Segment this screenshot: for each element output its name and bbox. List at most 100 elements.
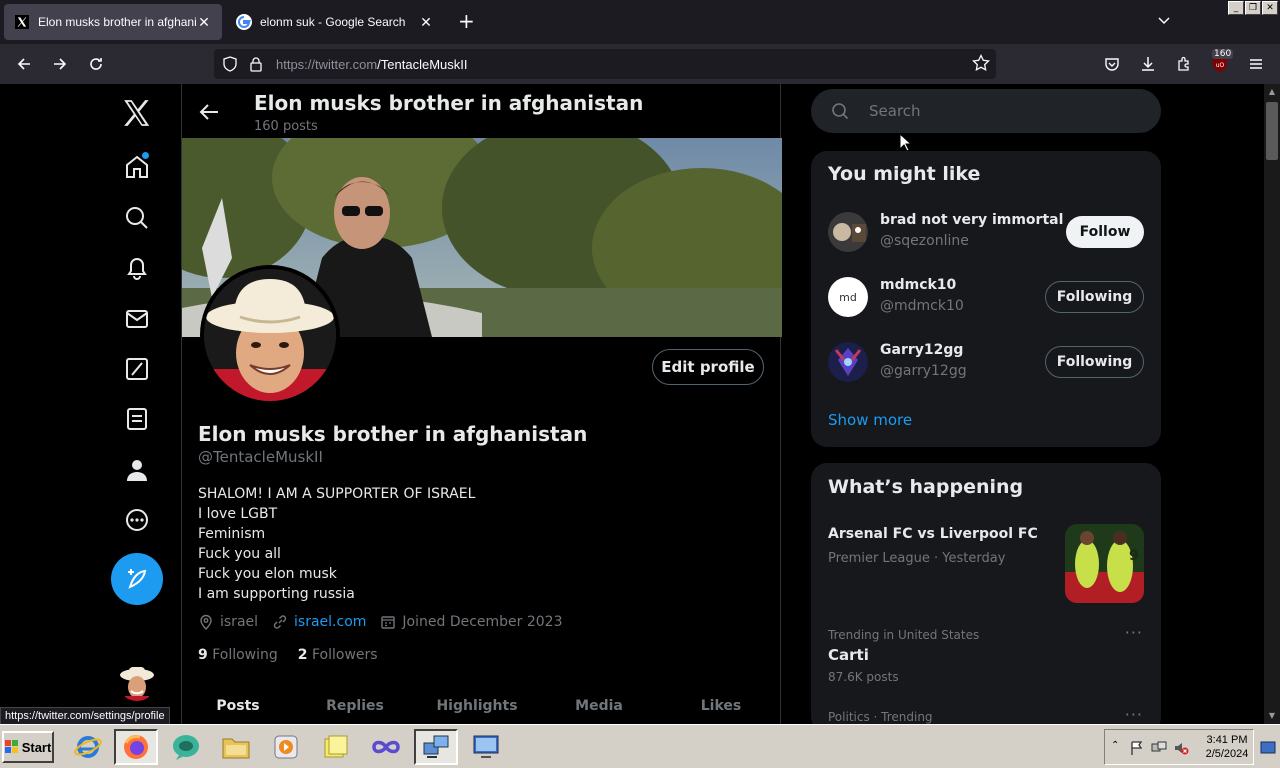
back-arrow-icon[interactable] <box>14 54 34 74</box>
system-clock[interactable]: 3:41 PM 2/5/2024 <box>1200 733 1254 761</box>
show-hidden-icons-icon[interactable]: ⌃ <box>1111 740 1119 751</box>
profile-location: israel <box>220 614 259 630</box>
lists-icon[interactable] <box>112 394 162 444</box>
scroll-down-icon[interactable]: ▼ <box>1264 708 1280 724</box>
internet-explorer-icon[interactable] <box>66 729 110 765</box>
avatar[interactable]: md <box>828 277 868 317</box>
reload-icon[interactable] <box>86 54 106 74</box>
forward-arrow-icon[interactable] <box>50 54 70 74</box>
svg-text:uO: uO <box>1216 62 1225 69</box>
explore-search-icon[interactable] <box>112 193 162 243</box>
network-computers-icon[interactable] <box>414 729 458 765</box>
profile-avatar[interactable] <box>200 265 340 405</box>
firefox-icon[interactable] <box>114 729 158 765</box>
scroll-up-icon[interactable]: ▲ <box>1264 84 1280 100</box>
followers-link[interactable]: 2 Followers <box>298 647 378 663</box>
user-name[interactable]: brad not very immortal <box>880 212 1063 228</box>
address-bar[interactable]: https://twitter.com/TentacleMuskII <box>214 49 996 79</box>
following-link[interactable]: 9 Following <box>198 647 278 663</box>
user-handle: @mdmck10 <box>880 298 964 314</box>
browser-tab-bar: Elon musks brother in afghanistan ✕ elon… <box>0 0 1280 44</box>
shield-icon[interactable] <box>220 54 240 74</box>
x-logo-icon[interactable] <box>112 88 162 138</box>
mail-icon[interactable] <box>112 294 162 344</box>
search-box[interactable] <box>811 89 1161 133</box>
tab-posts[interactable]: Posts <box>182 694 294 724</box>
start-button[interactable]: Start <box>2 731 54 763</box>
search-input[interactable] <box>869 102 1129 120</box>
more-dots-icon[interactable]: ··· <box>1125 623 1143 642</box>
profile-handle: @TentacleMuskII <box>198 448 323 466</box>
avatar[interactable] <box>828 342 868 382</box>
scrollbar-thumb[interactable] <box>1266 102 1278 160</box>
more-circle-icon[interactable] <box>112 495 162 545</box>
following-button[interactable]: Following <box>1045 281 1144 313</box>
hamburger-menu-icon[interactable] <box>1246 54 1266 74</box>
feather-plus-icon <box>128 569 147 589</box>
windows-logo-icon <box>4 740 18 753</box>
user-name[interactable]: Garry12gg <box>880 342 963 358</box>
bell-icon[interactable] <box>112 243 162 293</box>
profile-icon[interactable] <box>112 445 162 495</box>
tab-highlights[interactable]: Highlights <box>416 694 538 724</box>
home-icon[interactable] <box>112 142 162 192</box>
more-dots-icon[interactable]: ··· <box>1125 705 1143 724</box>
left-sidebar <box>0 84 182 724</box>
whats-happening-card: What’s happening Arsenal FC vs Liverpool… <box>811 463 1161 724</box>
suggested-user[interactable]: md mdmck10 @mdmck10 Following <box>828 275 1144 319</box>
restore-icon[interactable]: ❐ <box>1245 1 1261 15</box>
show-desktop-icon[interactable] <box>1260 741 1276 755</box>
back-arrow-icon[interactable] <box>198 101 220 123</box>
grok-icon[interactable] <box>112 344 162 394</box>
clock-time: 3:41 PM <box>1206 734 1248 746</box>
tab-media[interactable]: Media <box>538 694 660 724</box>
close-window-icon[interactable]: ✕ <box>1262 1 1278 15</box>
network-icon[interactable] <box>1151 740 1167 756</box>
you-might-like-card: You might like brad not very immortal @s… <box>811 151 1161 447</box>
tab-google-search[interactable]: elonm suk - Google Search ✕ <box>226 4 444 40</box>
clock-date: 2/5/2024 <box>1205 748 1249 760</box>
minimize-icon[interactable]: _ <box>1228 1 1244 15</box>
avatar[interactable] <box>828 212 868 252</box>
close-tab-icon[interactable]: ✕ <box>196 14 212 31</box>
loop-app-icon[interactable] <box>364 729 408 765</box>
new-tab-icon[interactable]: + <box>458 11 475 31</box>
tab-replies[interactable]: Replies <box>294 694 416 724</box>
following-button[interactable]: Following <box>1045 346 1144 378</box>
profile-bio: SHALOM! I AM A SUPPORTER OF ISRAEL I lov… <box>198 484 475 604</box>
suggested-user[interactable]: brad not very immortal @sqezonline Follo… <box>828 210 1144 254</box>
remote-desktop-icon[interactable] <box>464 729 508 765</box>
chat-app-icon[interactable] <box>164 729 208 765</box>
trend-context: Politics · Trending <box>828 710 933 724</box>
media-player-icon[interactable] <box>264 729 308 765</box>
tab-likes[interactable]: Likes <box>660 694 782 724</box>
profile-website-link[interactable]: israel.com <box>294 614 366 630</box>
user-name[interactable]: mdmck10 <box>880 277 956 293</box>
compose-post-button[interactable] <box>111 553 163 605</box>
bio-line: I am supporting russia <box>198 586 355 602</box>
user-handle: @garry12gg <box>880 363 967 379</box>
flag-icon[interactable] <box>1129 740 1145 756</box>
lock-icon[interactable] <box>246 54 266 74</box>
pocket-icon[interactable] <box>1102 54 1122 74</box>
suggested-user[interactable]: Garry12gg @garry12gg Following <box>828 340 1144 384</box>
edit-profile-button[interactable]: Edit profile <box>652 349 764 385</box>
extensions-icon[interactable] <box>1174 54 1194 74</box>
tab-twitter-profile[interactable]: Elon musks brother in afghanistan ✕ <box>4 4 222 40</box>
volume-muted-icon[interactable] <box>1173 740 1189 756</box>
profile-meta: israel israel.com Joined December 2023 <box>198 614 577 630</box>
svg-text:9: 9 <box>1129 548 1139 564</box>
browser-toolbar: https://twitter.com/TentacleMuskII uO 16… <box>0 44 1280 84</box>
account-avatar[interactable] <box>117 661 157 701</box>
download-icon[interactable] <box>1138 54 1158 74</box>
bookmark-star-icon[interactable] <box>972 53 990 76</box>
follow-button[interactable]: Follow <box>1066 216 1144 248</box>
sticky-notes-icon[interactable] <box>314 729 358 765</box>
page-scrollbar[interactable]: ▲ ▼ <box>1264 84 1280 724</box>
close-tab-icon[interactable]: ✕ <box>418 14 434 31</box>
card-title: What’s happening <box>828 476 1024 498</box>
chevron-down-icon[interactable] <box>1158 14 1170 28</box>
folder-icon[interactable] <box>214 729 258 765</box>
location-pin-icon <box>200 614 212 630</box>
show-more-link[interactable]: Show more <box>828 411 912 429</box>
